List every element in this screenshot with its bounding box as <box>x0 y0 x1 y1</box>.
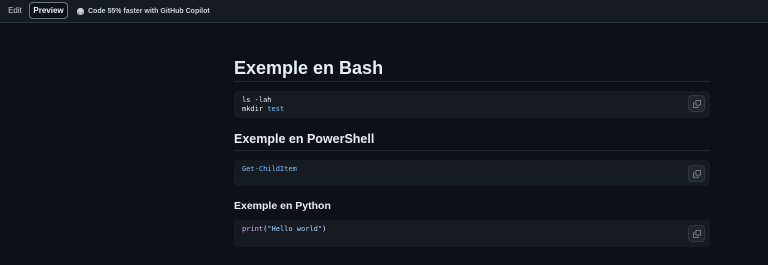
copy-icon <box>692 169 701 178</box>
code-bash: ls -lah mkdir test <box>242 96 284 114</box>
code-token: "Hello world" <box>267 225 323 233</box>
heading-powershell: Exemple en PowerShell <box>234 131 710 151</box>
copy-icon <box>692 99 701 108</box>
code-block-bash: ls -lah mkdir test <box>234 91 710 118</box>
heading-bash: Exemple en Bash <box>234 57 710 82</box>
code-token: ) <box>322 225 327 233</box>
code-token: ls -lah <box>242 96 272 104</box>
copy-icon <box>692 229 701 238</box>
copilot-promo-link[interactable]: Code 55% faster with GitHub Copilot <box>76 5 210 17</box>
heading-python: Exemple en Python <box>234 200 331 212</box>
copy-button[interactable] <box>688 95 705 112</box>
code-token: mkdir <box>242 105 268 113</box>
code-token: Get-ChildItem <box>242 165 297 173</box>
code-token: test <box>267 105 285 113</box>
tab-preview[interactable]: Preview <box>29 2 68 19</box>
copilot-promo-text: Code 55% faster with GitHub Copilot <box>88 7 210 15</box>
code-powershell: Get-ChildItem <box>242 165 297 174</box>
copy-button[interactable] <box>688 225 705 242</box>
code-block-powershell: Get-ChildItem <box>234 160 710 186</box>
copy-button[interactable] <box>688 165 705 182</box>
copilot-icon <box>77 7 84 15</box>
code-python: print("Hello world") <box>242 225 326 234</box>
code-token: print <box>242 225 264 233</box>
code-block-python: print("Hello world") <box>234 220 710 247</box>
editor-toolbar: Edit Preview Code 55% faster with GitHub… <box>0 0 768 23</box>
tab-edit[interactable]: Edit <box>3 2 27 19</box>
